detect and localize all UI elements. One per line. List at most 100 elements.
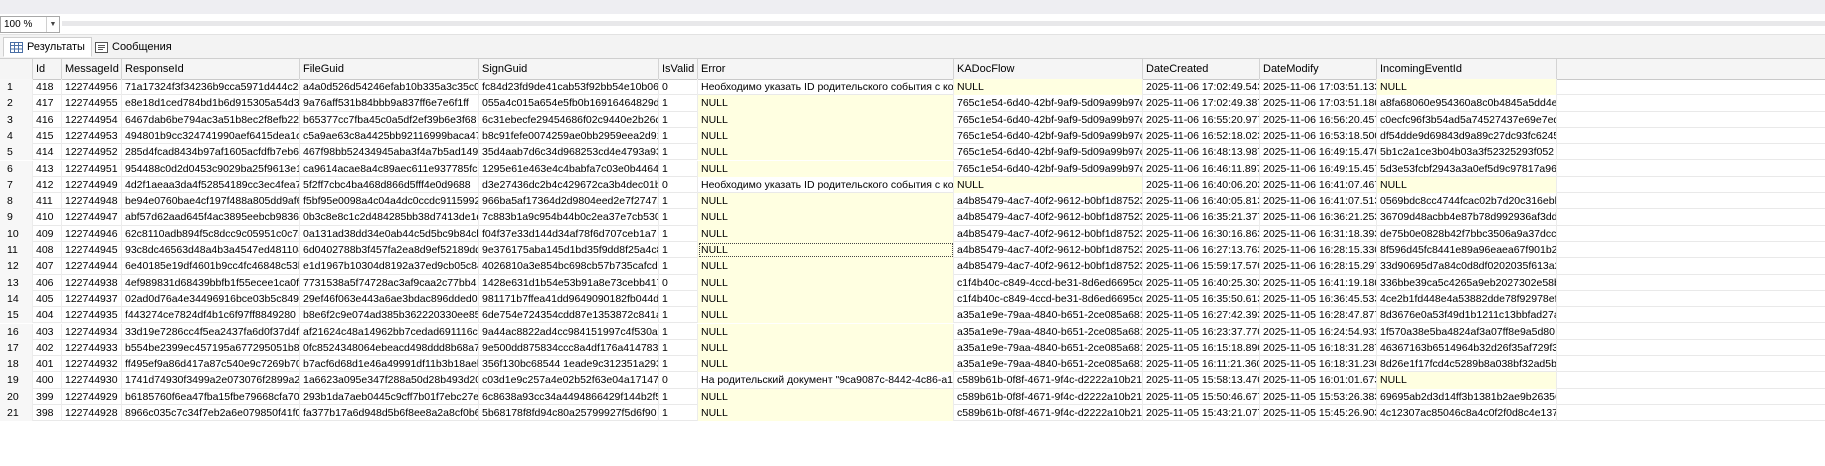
cell-date-modify[interactable]: 2025-11-06 16:56:20.457	[1260, 111, 1377, 128]
results-grid[interactable]: Id MessageId ResponseId FileGuid SignGuid IsV…	[0, 59, 1825, 466]
cell-incoming-event-id[interactable]: 5b1c2a1ce3b04b03a3f52325293f052	[1377, 144, 1557, 161]
cell-file-guid[interactable]: 5f2ff7cbc4ba468d866d5fff4e0d9688	[300, 176, 479, 194]
cell-date-modify[interactable]: 2025-11-06 16:49:15.457	[1260, 160, 1377, 177]
cell-ka-doc-flow[interactable]: c589b61b-0f8f-4671-9f4c-d2222a10b210	[954, 372, 1143, 389]
cell-sign-guid[interactable]: 966ba5af17364d2d9804eed2e7f27471	[479, 193, 659, 210]
cell-error[interactable]: NULL	[698, 323, 954, 340]
cell-response-id[interactable]: 1741d74930f3499a2e073076f2899a2	[122, 372, 300, 389]
cell-is-valid[interactable]: 0	[659, 372, 698, 389]
cell-ka-doc-flow[interactable]: a4b85479-4ac7-40f2-9612-b0bf1d87523f	[954, 242, 1143, 259]
cell-incoming-event-id[interactable]: NULL	[1377, 176, 1557, 194]
cell-response-id[interactable]: 4ef989831d68439bbfb1f55ecee1ca0f	[122, 274, 300, 291]
cell-id[interactable]: 400	[33, 372, 62, 389]
cell-ka-doc-flow[interactable]: a4b85479-4ac7-40f2-9612-b0bf1d87523f	[954, 258, 1143, 275]
cell-response-id[interactable]: ff495ef9a86d417a87c540e9c7269b70	[122, 356, 300, 373]
table-row[interactable]: 15 404 122744935 f443274ce7824df4b1c6f97ff8…	[0, 307, 1825, 324]
cell-date-created[interactable]: 2025-11-05 16:40:25.303	[1143, 274, 1260, 291]
cell-error[interactable]: NULL	[698, 388, 954, 405]
cell-error[interactable]: Необходимо указать ID родительского собы…	[698, 79, 954, 96]
table-row[interactable]: 1 418 122744956 71a17324f3f34236b9cca5971d4…	[0, 79, 1825, 96]
cell-date-created[interactable]: 2025-11-06 16:40:05.813	[1143, 193, 1260, 210]
cell-date-modify[interactable]: 2025-11-05 16:18:31.230	[1260, 356, 1377, 373]
cell-message-id[interactable]: 122744945	[62, 242, 122, 259]
cell-incoming-event-id[interactable]: NULL	[1377, 372, 1557, 389]
cell-message-id[interactable]: 122744935	[62, 307, 122, 324]
cell-date-modify[interactable]: 2025-11-06 16:41:07.467	[1260, 176, 1377, 194]
cell-date-created[interactable]: 2025-11-06 16:35:21.377	[1143, 209, 1260, 226]
cell-is-valid[interactable]: 1	[659, 193, 698, 210]
cell-row-number[interactable]: 8	[0, 193, 33, 210]
cell-ka-doc-flow[interactable]: c589b61b-0f8f-4671-9f4c-d2222a10b210	[954, 405, 1143, 422]
table-row[interactable]: 20 399 122744929 b6185760f6ea47fba15fbe7966…	[0, 388, 1825, 405]
cell-message-id[interactable]: 122744956	[62, 79, 122, 96]
cell-file-guid[interactable]: b8e6f2c9e074ad385b362220330ee85	[300, 307, 479, 324]
cell-sign-guid[interactable]: 1295e61e463e4c4babfa7c03e0b4464c	[479, 160, 659, 177]
cell-id[interactable]: 404	[33, 307, 62, 324]
cell-id[interactable]: 402	[33, 339, 62, 357]
cell-ka-doc-flow[interactable]: 765c1e54-6d40-42bf-9af9-5d09a99b97cd	[954, 144, 1143, 161]
cell-file-guid[interactable]: f5bf95e0098a4c04a4dc0ccdc9115992	[300, 193, 479, 210]
column-header-message-id[interactable]: MessageId	[62, 59, 122, 79]
cell-id[interactable]: 417	[33, 95, 62, 112]
cell-incoming-event-id[interactable]: c0ecfc96f3b54ad5a74527437e69e7ed	[1377, 111, 1557, 128]
cell-date-created[interactable]: 2025-11-05 15:43:21.077	[1143, 405, 1260, 422]
cell-file-guid[interactable]: b65377cc7fba45c0a5df2ef39b6e3f68	[300, 111, 479, 128]
cell-row-number[interactable]: 10	[0, 225, 33, 242]
cell-incoming-event-id[interactable]: 69695ab2d3d14ff3b1381b2ae9b26356	[1377, 388, 1557, 405]
cell-file-guid[interactable]: 0a131ad38dd34e0ab44c5d5bc9b84cb9	[300, 225, 479, 242]
cell-response-id[interactable]: b554be2399ec457195a677295051b838	[122, 339, 300, 357]
cell-incoming-event-id[interactable]: 4ce2b1fd448e4a53882dde78f92978ef	[1377, 290, 1557, 308]
cell-incoming-event-id[interactable]: 46367163b6514964b32d26f35af729f3	[1377, 339, 1557, 357]
cell-ka-doc-flow[interactable]: 765c1e54-6d40-42bf-9af9-5d09a99b97cd	[954, 95, 1143, 112]
cell-response-id[interactable]: abf57d62aad645f4ac3895eebcb98364	[122, 209, 300, 226]
cell-is-valid[interactable]: 0	[659, 274, 698, 291]
table-row[interactable]: 19 400 122744930 1741d74930f3499a2e073076f2…	[0, 372, 1825, 389]
cell-ka-doc-flow[interactable]: a35a1e9e-79aa-4840-b651-2ce085a681b8	[954, 307, 1143, 324]
cell-incoming-event-id[interactable]: 336bbe39ca5c4265a9eb2027302e58b2	[1377, 274, 1557, 291]
cell-incoming-event-id[interactable]: 8d3676e0a53f49d1b1211c13bbfad27a	[1377, 307, 1557, 324]
cell-row-number[interactable]: 16	[0, 323, 33, 340]
cell-date-created[interactable]: 2025-11-06 16:52:18.023	[1143, 127, 1260, 145]
cell-id[interactable]: 415	[33, 127, 62, 145]
cell-ka-doc-flow[interactable]: 765c1e54-6d40-42bf-9af9-5d09a99b97cd	[954, 160, 1143, 177]
cell-is-valid[interactable]: 0	[659, 176, 698, 194]
cell-row-number[interactable]: 3	[0, 111, 33, 128]
cell-file-guid[interactable]: 9a76aff531b84bbb9a837ff6e7e6f1ff	[300, 95, 479, 112]
cell-date-modify[interactable]: 2025-11-06 16:28:15.297	[1260, 258, 1377, 275]
tab-results[interactable]: Результаты	[3, 37, 92, 57]
cell-file-guid[interactable]: 293b1da7aeb0445c9cff7b01f7ebc27e	[300, 388, 479, 405]
cell-ka-doc-flow[interactable]: a4b85479-4ac7-40f2-9612-b0bf1d87523f	[954, 209, 1143, 226]
cell-sign-guid[interactable]: 6c8638a93cc34a4494866429f144b2f5	[479, 388, 659, 405]
cell-date-created[interactable]: 2025-11-05 16:23:37.770	[1143, 323, 1260, 340]
cell-is-valid[interactable]: 1	[659, 388, 698, 405]
cell-date-modify[interactable]: 2025-11-05 15:45:26.903	[1260, 405, 1377, 422]
cell-incoming-event-id[interactable]: 0569bdc8cc4744fcac02b7d20c316ebb	[1377, 193, 1557, 210]
column-header-response-id[interactable]: ResponseId	[122, 59, 300, 79]
column-header-date-modify[interactable]: DateModify	[1260, 59, 1377, 79]
table-row[interactable]: 21 398 122744928 8966c035c7c34f7eb2a6e07985…	[0, 405, 1825, 422]
table-row[interactable]: 2 417 122744955 e8e18d1ced784bd1b6d915305a5…	[0, 95, 1825, 112]
cell-incoming-event-id[interactable]: a8fa68060e954360a8c0b4845a5dd4e8	[1377, 95, 1557, 112]
cell-error[interactable]: NULL	[698, 209, 954, 226]
column-header-error[interactable]: Error	[698, 59, 954, 79]
cell-message-id[interactable]: 122744952	[62, 144, 122, 161]
cell-response-id[interactable]: f443274ce7824df4b1c6f97ff8849280	[122, 307, 300, 324]
column-header-id[interactable]: Id	[33, 59, 62, 79]
cell-response-id[interactable]: 71a17324f3f34236b9cca5971d444c26	[122, 79, 300, 96]
cell-ka-doc-flow[interactable]: 765c1e54-6d40-42bf-9af9-5d09a99b97cd	[954, 111, 1143, 128]
cell-date-modify[interactable]: 2025-11-06 17:03:51.133	[1260, 79, 1377, 96]
table-row[interactable]: 11 408 122744945 93c8dc46563d48a4b3a4547ed4…	[0, 242, 1825, 259]
cell-date-created[interactable]: 2025-11-06 16:40:06.203	[1143, 176, 1260, 194]
cell-is-valid[interactable]: 1	[659, 95, 698, 112]
cell-row-number[interactable]: 5	[0, 144, 33, 161]
cell-id[interactable]: 407	[33, 258, 62, 275]
cell-date-created[interactable]: 2025-11-06 17:02:49.387	[1143, 95, 1260, 112]
cell-response-id[interactable]: 62c8110adb894f5c8dcc9c05951c0c75	[122, 225, 300, 242]
cell-file-guid[interactable]: 7731538a5f74728ac3af9caa2c77bb4	[300, 274, 479, 291]
cell-ka-doc-flow[interactable]: a35a1e9e-79aa-4840-b651-2ce085a681b8	[954, 323, 1143, 340]
table-row[interactable]: 18 401 122744932 ff495ef9a86d417a87c540e9c7…	[0, 356, 1825, 373]
table-row[interactable]: 10 409 122744946 62c8110adb894f5c8dcc9c0595…	[0, 225, 1825, 242]
cell-is-valid[interactable]: 1	[659, 323, 698, 340]
table-row[interactable]: 8 411 122744948 be94e0760bae4cf197f488a805d…	[0, 193, 1825, 210]
cell-incoming-event-id[interactable]: 5d3e53fcbf2943a3a0ef5d9c97817a96	[1377, 160, 1557, 177]
